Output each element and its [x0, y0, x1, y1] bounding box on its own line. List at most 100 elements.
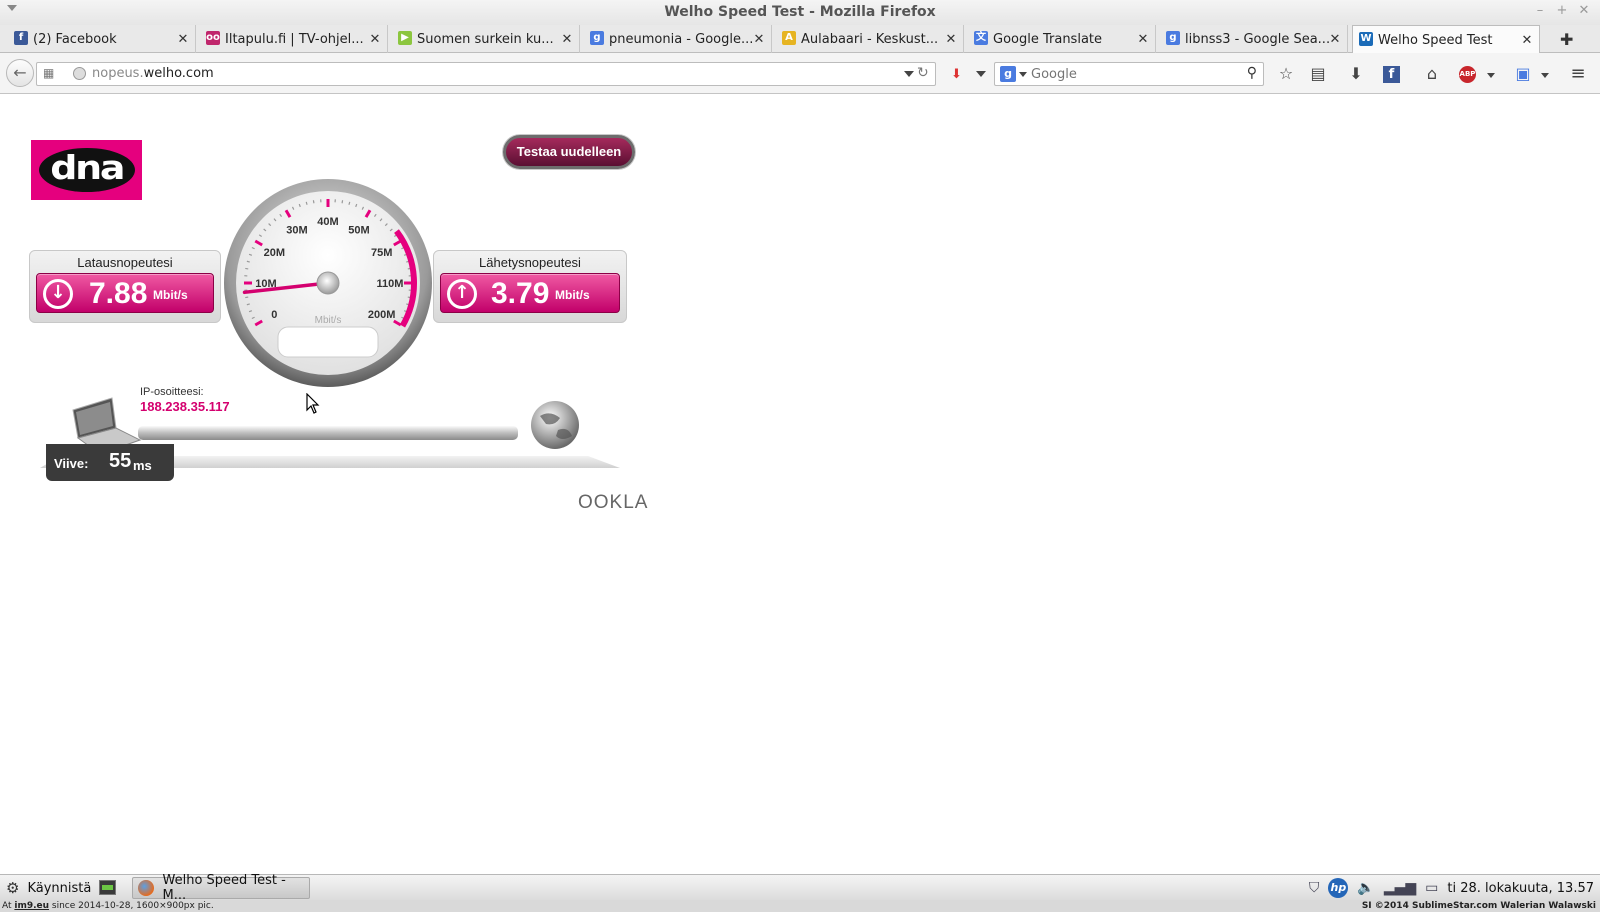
gauge-hub	[316, 271, 340, 295]
gauge-minor-tick	[245, 267, 249, 270]
start-button[interactable]: ⚙ Käynnistä	[6, 878, 91, 898]
gauge-tick-label: 0	[271, 309, 277, 321]
upload-speed-unit: Mbit/s	[555, 288, 590, 302]
tab-strip: f (2) Facebook ✕ oo Iltapulu.fi | TV-ohjel..…	[0, 25, 1600, 54]
tab-1[interactable]: f (2) Facebook ✕	[8, 25, 196, 53]
navigation-toolbar: ← ▦ nopeus.welho.com ↻ ⬇ g ⚲ ☆ ▤ ⬇ f ⌂ A…	[0, 53, 1600, 94]
gauge-minor-tick	[245, 296, 249, 299]
download-speed-panel: Latausnopeutesi ↓ 7.88 Mbit/s	[29, 250, 221, 323]
gauge-tick-label: 110M	[377, 278, 404, 290]
close-tab-icon[interactable]: ✕	[369, 32, 381, 47]
latency-unit: ms	[133, 458, 152, 473]
site-identity-icon[interactable]	[73, 67, 86, 80]
blocked-content-icon[interactable]: ⬇	[951, 67, 962, 82]
search-bar[interactable]: g ⚲	[994, 62, 1264, 86]
download-speed-box: ↓ 7.88 Mbit/s	[36, 273, 214, 313]
terminal-icon[interactable]	[99, 880, 116, 895]
taskbar: ⚙ Käynnistä Welho Speed Test - M... ⛉ hp…	[0, 873, 1600, 903]
url-history-dropdown-icon[interactable]	[904, 71, 914, 77]
search-engine-dropdown-icon[interactable]	[1019, 72, 1027, 77]
tab-6[interactable]: 文 Google Translate ✕	[968, 25, 1156, 53]
tab-label: Welho Speed Test	[1378, 32, 1493, 48]
clock[interactable]: ti 28. lokakuuta, 13.57	[1447, 881, 1594, 896]
search-input[interactable]	[1031, 65, 1231, 83]
search-icon[interactable]: ⚲	[1247, 65, 1257, 81]
upload-arrow-icon: ↑	[447, 279, 477, 309]
credit-link[interactable]: im9.eu	[14, 901, 49, 911]
close-tab-icon[interactable]: ✕	[753, 32, 765, 47]
maximize-icon[interactable]: +	[1555, 3, 1569, 18]
taskbar-window-item[interactable]: Welho Speed Test - M...	[132, 873, 310, 903]
latency-value: 55	[109, 450, 132, 472]
adblock-dropdown-icon[interactable]	[1487, 73, 1495, 78]
gauge-tick-label: 40M	[317, 216, 338, 228]
download-speed-unit: Mbit/s	[153, 288, 188, 302]
blocked-content-dropdown-icon[interactable]	[976, 71, 986, 77]
search-engine-icon[interactable]: g	[1000, 66, 1016, 82]
google-icon: g	[590, 31, 604, 45]
page-content: DNA Testaa uudelleen Latausnopeutesi ↓ 7…	[0, 94, 1600, 874]
tab-8[interactable]: W Welho Speed Test ✕	[1352, 25, 1540, 54]
close-window-icon[interactable]: ✕	[1577, 3, 1591, 18]
bookmarks-menu-icon[interactable]: ▤	[1307, 63, 1329, 85]
dna-logo: DNA	[31, 140, 142, 200]
close-tab-icon[interactable]: ✕	[561, 32, 573, 47]
gauge-tick-label: 75M	[371, 247, 392, 259]
gauge-tick-label: 20M	[264, 247, 285, 259]
ookla-logo-text: OOKLA	[578, 492, 649, 513]
gear-icon: ⚙	[6, 879, 20, 897]
close-tab-icon[interactable]: ✕	[1137, 32, 1149, 47]
gauge-tick-label: 50M	[348, 224, 369, 236]
home-icon[interactable]: ⌂	[1421, 63, 1443, 85]
latency-label: Viive:	[54, 456, 89, 471]
adblock-icon[interactable]: ABP	[1459, 66, 1476, 83]
start-label: Käynnistä	[27, 880, 92, 896]
url-text[interactable]: nopeus.welho.com	[92, 66, 214, 81]
ookla-logo[interactable]: OOKLA	[578, 492, 648, 514]
facebook-icon[interactable]: f	[1383, 66, 1400, 83]
volume-icon[interactable]: 🔈	[1357, 880, 1374, 896]
play-icon: ▶	[398, 31, 412, 45]
extension-icon[interactable]: ▣	[1512, 63, 1534, 85]
ip-label: IP-osoitteesi:	[140, 386, 204, 398]
mouse-cursor-icon	[306, 393, 320, 414]
gauge-minor-tick	[341, 200, 344, 204]
tab-7[interactable]: g libnss3 - Google Sea... ✕	[1160, 25, 1348, 53]
tab-2[interactable]: oo Iltapulu.fi | TV-ohjel... ✕	[200, 25, 388, 53]
gauge-tick-label: 200M	[368, 309, 396, 321]
download-title: Latausnopeutesi	[77, 255, 173, 270]
upload-speed-panel: Lähetysnopeutesi ↑ 3.79 Mbit/s	[433, 250, 627, 323]
reload-icon[interactable]: ↻	[917, 65, 929, 81]
extension-dropdown-icon[interactable]	[1541, 73, 1549, 78]
back-button[interactable]: ←	[6, 59, 34, 87]
ip-address-value: 188.238.35.117	[140, 399, 230, 414]
menu-icon[interactable]: ≡	[1567, 63, 1589, 85]
window-title-bar: Welho Speed Test - Mozilla Firefox – + ✕	[0, 0, 1600, 25]
battery-icon[interactable]: ▭	[1425, 880, 1438, 896]
tab-5[interactable]: A Aulabaari - Keskust... ✕	[776, 25, 964, 53]
latency-box: Viive: 55 ms	[46, 444, 174, 481]
credit-bar: At im9.eu since 2014-10-28, 1600×900px p…	[0, 900, 1600, 912]
tab-3[interactable]: ▶ Suomen surkein ku... ✕	[392, 25, 580, 53]
tab-groups-icon[interactable]: ▦	[43, 66, 57, 80]
close-tab-icon[interactable]: ✕	[945, 32, 957, 47]
hp-icon[interactable]: hp	[1328, 878, 1349, 898]
downloads-icon[interactable]: ⬇	[1345, 63, 1367, 85]
speedometer-gauge: 010M20M30M40M50M75M110M200M Mbit/s	[224, 179, 432, 387]
close-tab-icon[interactable]: ✕	[1521, 33, 1533, 48]
close-tab-icon[interactable]: ✕	[177, 32, 189, 47]
signal-icon[interactable]: ▂▄▆	[1384, 880, 1416, 896]
translate-icon: 文	[974, 31, 988, 45]
window-title: Welho Speed Test - Mozilla Firefox	[664, 4, 936, 20]
minimize-icon[interactable]: –	[1533, 3, 1547, 18]
gauge-tick-label: 30M	[286, 224, 307, 236]
url-bar[interactable]: ▦ nopeus.welho.com ↻	[36, 62, 936, 86]
retest-button[interactable]: Testaa uudelleen	[503, 135, 635, 169]
shield-icon[interactable]: ⛉	[1309, 880, 1320, 896]
aulabaari-icon: A	[782, 31, 796, 45]
facebook-icon: f	[14, 31, 28, 45]
tab-4[interactable]: g pneumonia - Google... ✕	[584, 25, 772, 53]
close-tab-icon[interactable]: ✕	[1329, 32, 1341, 47]
bookmark-star-icon[interactable]: ☆	[1275, 63, 1297, 85]
new-tab-icon[interactable]: ✚	[1560, 30, 1573, 49]
